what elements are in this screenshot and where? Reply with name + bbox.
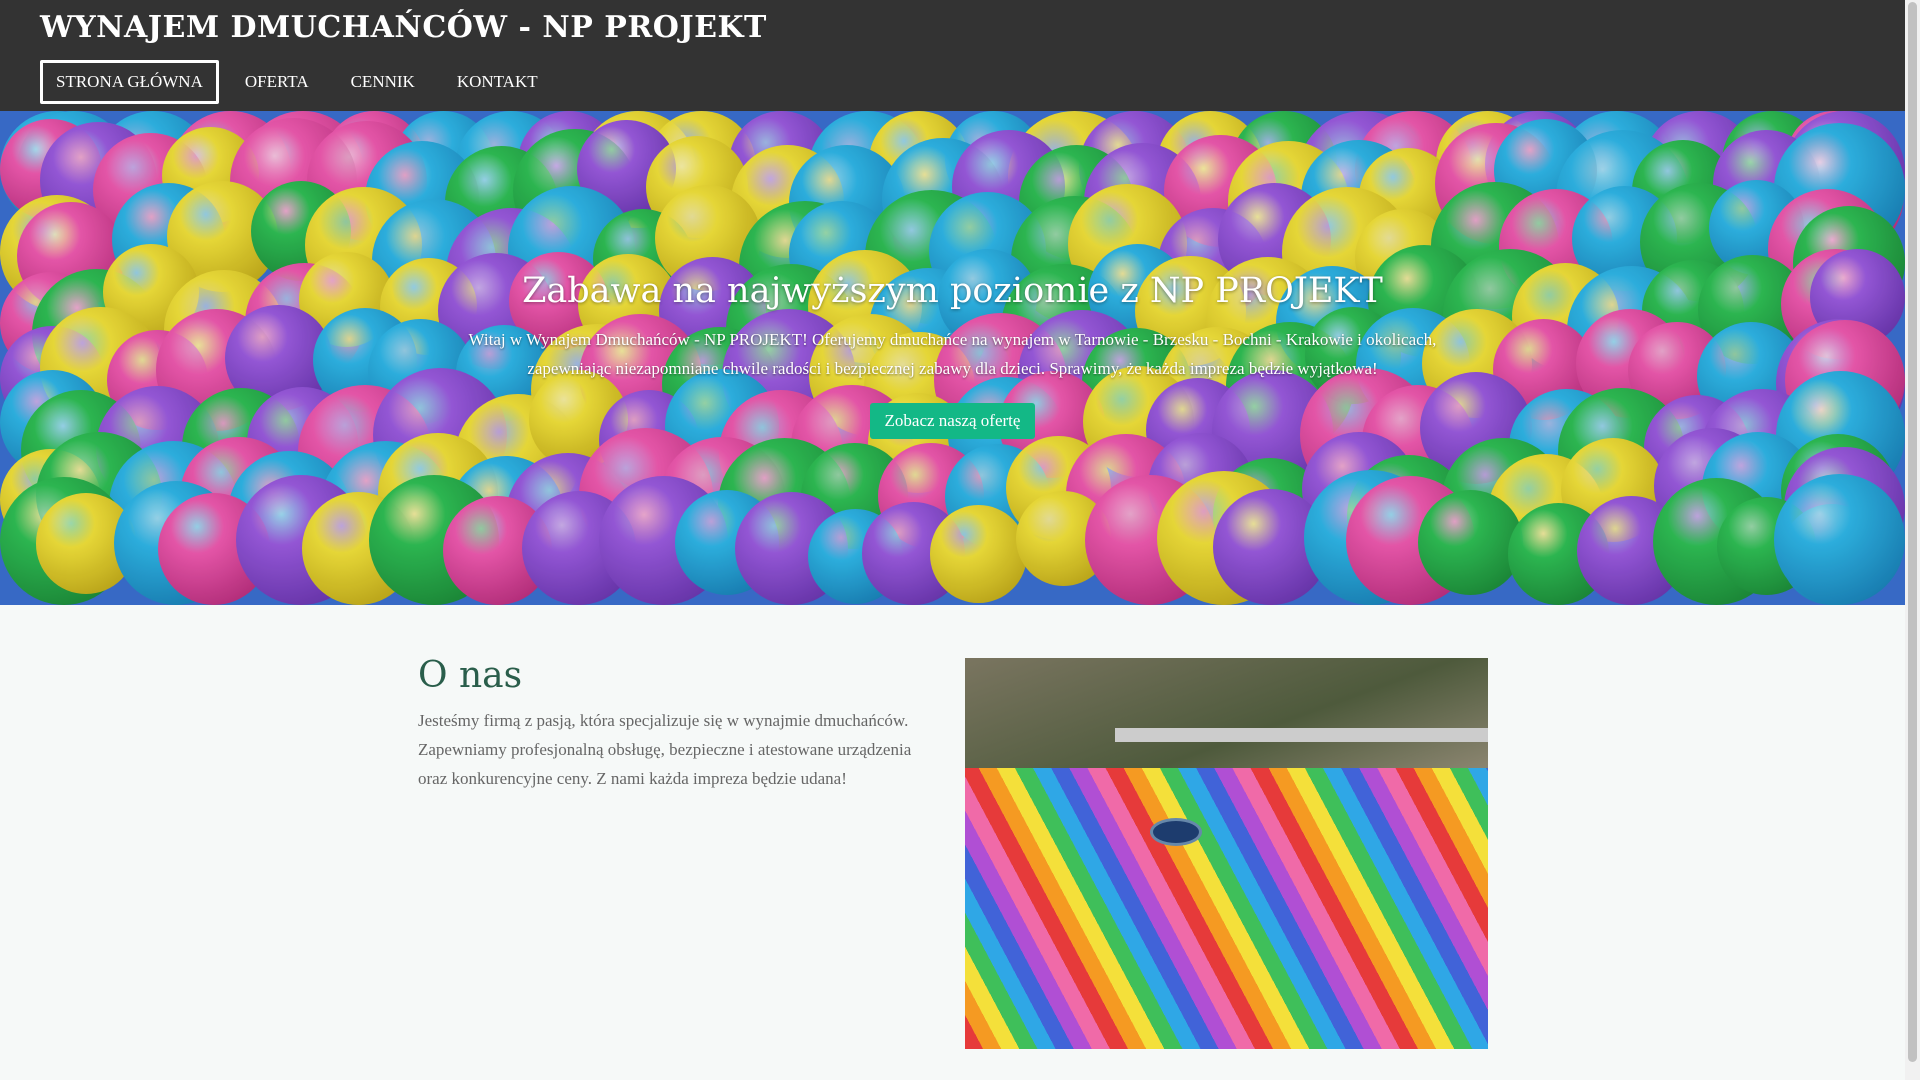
site-title[interactable]: WYNAJEM DMUCHAŃCÓW - NP PROJEKT [40, 10, 767, 45]
about-heading: O nas [418, 655, 523, 696]
rainbow-slide-image [965, 658, 1488, 1049]
snow-tube [1150, 818, 1202, 846]
page-scrollbar[interactable] [1905, 0, 1920, 1080]
hero-heading: Zabawa na najwyższym poziomie z NP PROJE… [522, 271, 1383, 311]
nav-item-offer[interactable]: OFERTA [229, 60, 325, 104]
nav-item-home[interactable]: STRONA GŁÓWNA [40, 60, 219, 104]
site-header: WYNAJEM DMUCHAŃCÓW - NP PROJEKT STRONA G… [0, 0, 1905, 111]
guard-rail [1115, 728, 1488, 742]
see-offer-button[interactable]: Zobacz naszą ofertę [869, 403, 1036, 439]
hero-content: Zabawa na najwyższym poziomie z NP PROJE… [0, 271, 1905, 439]
hero-text: Witaj w Wynajem Dmuchańców - NP PROJEKT!… [468, 330, 1437, 378]
main-nav: STRONA GŁÓWNA OFERTA CENNIK KONTAKT [40, 60, 564, 104]
about-section: O nas Jesteśmy firmą z pasją, która spec… [418, 655, 918, 793]
nav-item-pricing[interactable]: CENNIK [335, 60, 431, 104]
hero-section: Zabawa na najwyższym poziomie z NP PROJE… [0, 111, 1905, 605]
hillside [965, 658, 1488, 768]
about-text: Jesteśmy firmą z pasją, która specjalizu… [418, 711, 912, 788]
nav-item-contact[interactable]: KONTAKT [441, 60, 554, 104]
scrollbar-thumb[interactable] [1908, 2, 1917, 1062]
